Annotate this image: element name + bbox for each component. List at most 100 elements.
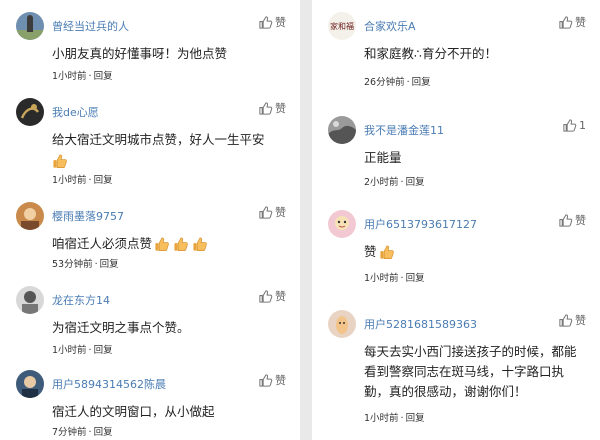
username[interactable]: 龙在东方14 xyxy=(52,292,110,308)
comment-item: 曾经当过兵的人 赞 小朋友真的好懂事呀！为他点赞 1小时前 · 回复 xyxy=(0,12,300,88)
reply-link[interactable]: 回复 xyxy=(100,259,119,270)
comment-item: 家和福 合家欢乐A 赞 和家庭教∴育分不开的！ 26分钟前 · 回复 xyxy=(312,12,600,92)
comment-item: 用户6513793617127 赞 赞 1小时前 · 回复 xyxy=(312,210,600,290)
username[interactable]: 用户5281681589363 xyxy=(364,316,477,332)
comment-meta: 1小时前 · 回复 xyxy=(52,345,113,356)
timestamp: 7分钟前 xyxy=(52,427,87,438)
username[interactable]: 樱雨墨落9757 xyxy=(52,208,124,224)
like-label: 赞 xyxy=(575,214,586,227)
reply-link[interactable]: 回复 xyxy=(94,175,113,186)
reply-link[interactable]: 回复 xyxy=(412,77,431,88)
comment-text: 宿迁人的文明窗口，从小做起 xyxy=(52,404,215,419)
avatar[interactable] xyxy=(328,116,356,144)
comment-text: 正能量 xyxy=(364,150,402,165)
avatar[interactable] xyxy=(16,202,44,230)
like-label: 赞 xyxy=(575,314,586,327)
thumbs-up-icon xyxy=(558,313,573,328)
comment-text: 小朋友真的好懂事呀！为他点赞 xyxy=(52,46,228,61)
thumbs-up-emoji-icon xyxy=(52,153,69,170)
avatar[interactable] xyxy=(16,370,44,398)
comment-text: 每天去实小西门接送孩子的时候，都能看到警察同志在斑马线，十字路口执勤，真的很感动… xyxy=(364,344,577,399)
like-button[interactable]: 赞 xyxy=(258,288,286,304)
thumbs-up-icon xyxy=(258,205,273,220)
thumbs-up-icon xyxy=(258,289,273,304)
username[interactable]: 我不是潘金莲11 xyxy=(364,122,444,138)
comment-item: 用户5894314562陈晨 赞 宿迁人的文明窗口，从小做起 7分钟前 · 回复 xyxy=(0,370,300,438)
avatar[interactable] xyxy=(16,286,44,314)
comment-meta: 1小时前 · 回复 xyxy=(52,71,113,82)
like-button[interactable]: 赞 xyxy=(558,14,586,30)
timestamp: 1小时前 xyxy=(52,71,87,82)
avatar[interactable] xyxy=(328,310,356,338)
emoji-row xyxy=(52,153,286,170)
timestamp: 2小时前 xyxy=(364,177,399,188)
thumbs-up-icon xyxy=(258,15,273,30)
comment-meta: 1小时前 · 回复 xyxy=(364,413,425,424)
thumbs-up-emoji-icon xyxy=(379,244,396,261)
like-label: 赞 xyxy=(575,16,586,29)
comment-item: 我de心愿 赞 给大宿迁文明城市点赞，好人一生平安 1小时前 · 回复 xyxy=(0,98,300,186)
reply-link[interactable]: 回复 xyxy=(94,345,113,356)
username[interactable]: 用户5894314562陈晨 xyxy=(52,376,166,392)
comment-item: 我不是潘金莲11 1 正能量 2小时前 · 回复 xyxy=(312,116,600,196)
like-button[interactable]: 赞 xyxy=(258,100,286,116)
like-button[interactable]: 赞 xyxy=(558,312,586,328)
reply-link[interactable]: 回复 xyxy=(94,71,113,82)
like-count: 1 xyxy=(579,119,586,132)
thumbs-up-icon xyxy=(258,101,273,116)
avatar[interactable] xyxy=(16,12,44,40)
thumbs-up-emoji-icon xyxy=(173,236,190,253)
thumbs-up-emoji-icon xyxy=(192,236,209,253)
like-label: 赞 xyxy=(275,374,286,387)
timestamp: 1小时前 xyxy=(52,175,87,186)
comment-meta: 1小时前 · 回复 xyxy=(364,273,425,284)
like-label: 赞 xyxy=(275,206,286,219)
username[interactable]: 我de心愿 xyxy=(52,104,99,120)
avatar[interactable] xyxy=(16,98,44,126)
avatar[interactable]: 家和福 xyxy=(328,12,356,40)
comment-meta: 53分钟前 · 回复 xyxy=(52,259,119,270)
comment-text: 为宿迁文明之事点个赞。 xyxy=(52,320,190,335)
comment-meta: 7分钟前 · 回复 xyxy=(52,427,113,438)
timestamp: 1小时前 xyxy=(52,345,87,356)
like-button[interactable]: 赞 xyxy=(558,212,586,228)
emoji-row xyxy=(379,244,396,261)
like-label: 赞 xyxy=(275,290,286,303)
username[interactable]: 用户6513793617127 xyxy=(364,216,477,232)
comment-text: 咱宿迁人必须点赞 xyxy=(52,234,286,254)
thumbs-up-icon xyxy=(558,213,573,228)
like-button[interactable]: 1 xyxy=(562,118,586,133)
timestamp: 26分钟前 xyxy=(364,77,405,88)
reply-link[interactable]: 回复 xyxy=(406,177,425,188)
reply-link[interactable]: 回复 xyxy=(406,413,425,424)
comment-item: 龙在东方14 赞 为宿迁文明之事点个赞。 1小时前 · 回复 xyxy=(0,286,300,356)
like-button[interactable]: 赞 xyxy=(258,372,286,388)
thumbs-up-icon xyxy=(562,118,577,133)
like-label: 赞 xyxy=(275,16,286,29)
avatar-calligraphy: 家和福 xyxy=(330,21,354,31)
timestamp: 53分钟前 xyxy=(52,259,93,270)
timestamp: 1小时前 xyxy=(364,273,399,284)
reply-link[interactable]: 回复 xyxy=(94,427,113,438)
comment-text: 和家庭教∴育分不开的！ xyxy=(364,46,497,61)
left-comment-panel: 曾经当过兵的人 赞 小朋友真的好懂事呀！为他点赞 1小时前 · 回复 我de心愿 赞… xyxy=(0,0,300,440)
username[interactable]: 曾经当过兵的人 xyxy=(52,18,129,34)
like-button[interactable]: 赞 xyxy=(258,204,286,220)
right-comment-panel: 家和福 合家欢乐A 赞 和家庭教∴育分不开的！ 26分钟前 · 回复 我不是潘金莲1… xyxy=(312,0,600,440)
comment-text-line: 咱宿迁人必须点赞 xyxy=(52,236,153,251)
comment-item: 用户5281681589363 赞 每天去实小西门接送孩子的时候，都能看到警察同… xyxy=(312,310,600,438)
emoji-row xyxy=(154,236,209,253)
comment-text: 给大宿迁文明城市点赞，好人一生平安 xyxy=(52,130,286,170)
like-button[interactable]: 赞 xyxy=(258,14,286,30)
avatar[interactable] xyxy=(328,210,356,238)
username[interactable]: 合家欢乐A xyxy=(364,18,416,34)
comment-text-line: 给大宿迁文明城市点赞，好人一生平安 xyxy=(52,132,265,147)
comment-text: 赞 xyxy=(364,242,586,262)
thumbs-up-icon xyxy=(558,15,573,30)
comment-meta: 1小时前 · 回复 xyxy=(52,175,113,186)
timestamp: 1小时前 xyxy=(364,413,399,424)
comment-text-line: 赞 xyxy=(364,244,377,259)
comment-item: 樱雨墨落9757 赞 咱宿迁人必须点赞 53分钟前 · 回复 xyxy=(0,202,300,272)
comment-meta: 26分钟前 · 回复 xyxy=(364,77,431,88)
reply-link[interactable]: 回复 xyxy=(406,273,425,284)
